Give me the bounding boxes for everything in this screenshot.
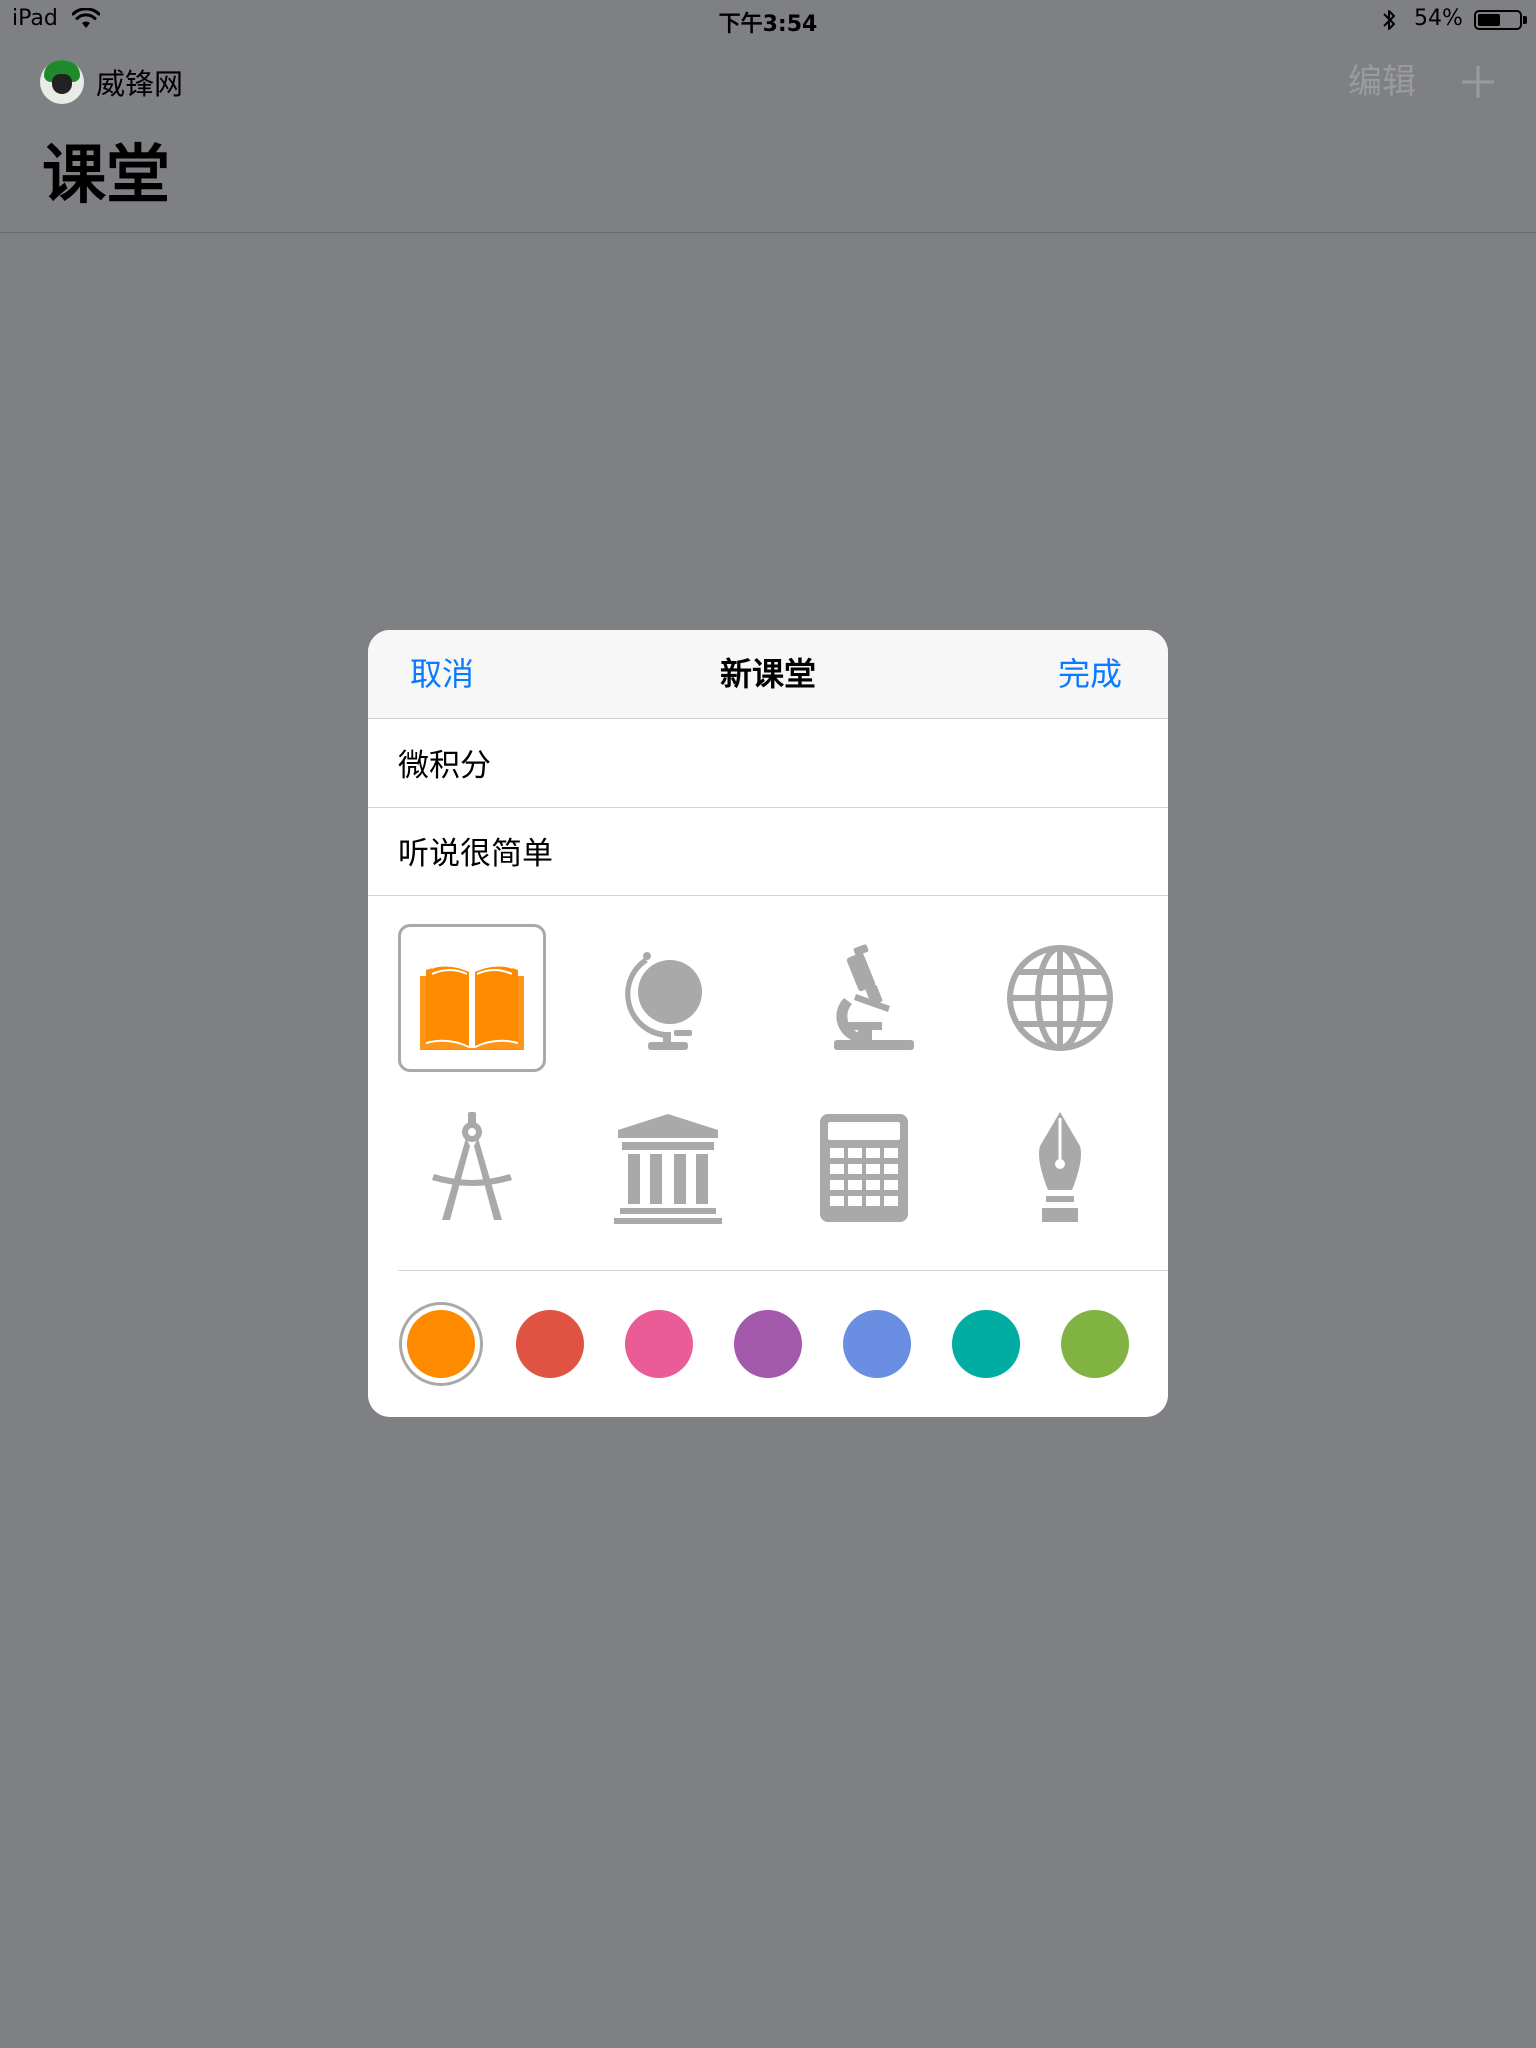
color-swatch-red[interactable] bbox=[516, 1310, 584, 1378]
course-name-input[interactable] bbox=[398, 737, 1138, 787]
icon-option-world[interactable] bbox=[986, 924, 1134, 1072]
status-bar: iPad 下午3:54 54% bbox=[0, 0, 1536, 40]
color-swatch-green[interactable] bbox=[1061, 1310, 1129, 1378]
calculator-icon bbox=[820, 1114, 908, 1222]
battery-level bbox=[1478, 14, 1500, 26]
icon-option-calculator[interactable] bbox=[790, 1094, 938, 1242]
icon-option-microscope[interactable] bbox=[790, 924, 938, 1072]
page-title: 课堂 bbox=[42, 139, 170, 213]
back-button[interactable]: 威锋网 bbox=[40, 60, 183, 104]
globe-icon bbox=[625, 952, 702, 1050]
course-description-input[interactable] bbox=[398, 825, 1138, 875]
icon-option-book[interactable] bbox=[398, 924, 546, 1072]
microscope-icon bbox=[834, 944, 914, 1050]
pen-nib-icon bbox=[1039, 1112, 1081, 1222]
museum-icon bbox=[614, 1114, 722, 1224]
dialog-title: 新课堂 bbox=[719, 655, 816, 693]
color-swatch-orange[interactable] bbox=[407, 1310, 475, 1378]
icon-option-pen-nib[interactable] bbox=[986, 1094, 1134, 1242]
compass-icon bbox=[432, 1112, 512, 1220]
color-swatch-purple[interactable] bbox=[734, 1310, 802, 1378]
color-swatch-blue[interactable] bbox=[843, 1310, 911, 1378]
edit-button[interactable]: 编辑 bbox=[1348, 60, 1416, 104]
bluetooth-icon bbox=[1383, 10, 1395, 30]
world-icon bbox=[1007, 945, 1113, 1051]
course-name-row bbox=[368, 719, 1168, 808]
done-button[interactable]: 完成 bbox=[1058, 652, 1122, 696]
dialog-header: 取消 新课堂 完成 bbox=[368, 630, 1168, 719]
color-swatch-pink[interactable] bbox=[625, 1310, 693, 1378]
app-logo-avatar bbox=[40, 60, 84, 104]
status-time: 下午3:54 bbox=[718, 12, 818, 37]
course-description-row bbox=[368, 807, 1168, 896]
icon-option-museum[interactable] bbox=[594, 1094, 742, 1242]
battery-percentage: 54% bbox=[1414, 6, 1463, 31]
book-icon bbox=[420, 963, 524, 1050]
icon-option-compass[interactable] bbox=[398, 1094, 546, 1242]
battery-icon bbox=[1474, 10, 1522, 30]
color-swatch-teal[interactable] bbox=[952, 1310, 1020, 1378]
nav-divider bbox=[0, 232, 1536, 233]
section-divider bbox=[398, 1270, 1168, 1271]
new-course-dialog: 取消 新课堂 完成 bbox=[368, 630, 1168, 1417]
icon-option-globe[interactable] bbox=[594, 924, 742, 1072]
add-icon[interactable] bbox=[1460, 64, 1496, 100]
battery-tip bbox=[1523, 16, 1527, 24]
back-label: 威锋网 bbox=[96, 67, 184, 101]
